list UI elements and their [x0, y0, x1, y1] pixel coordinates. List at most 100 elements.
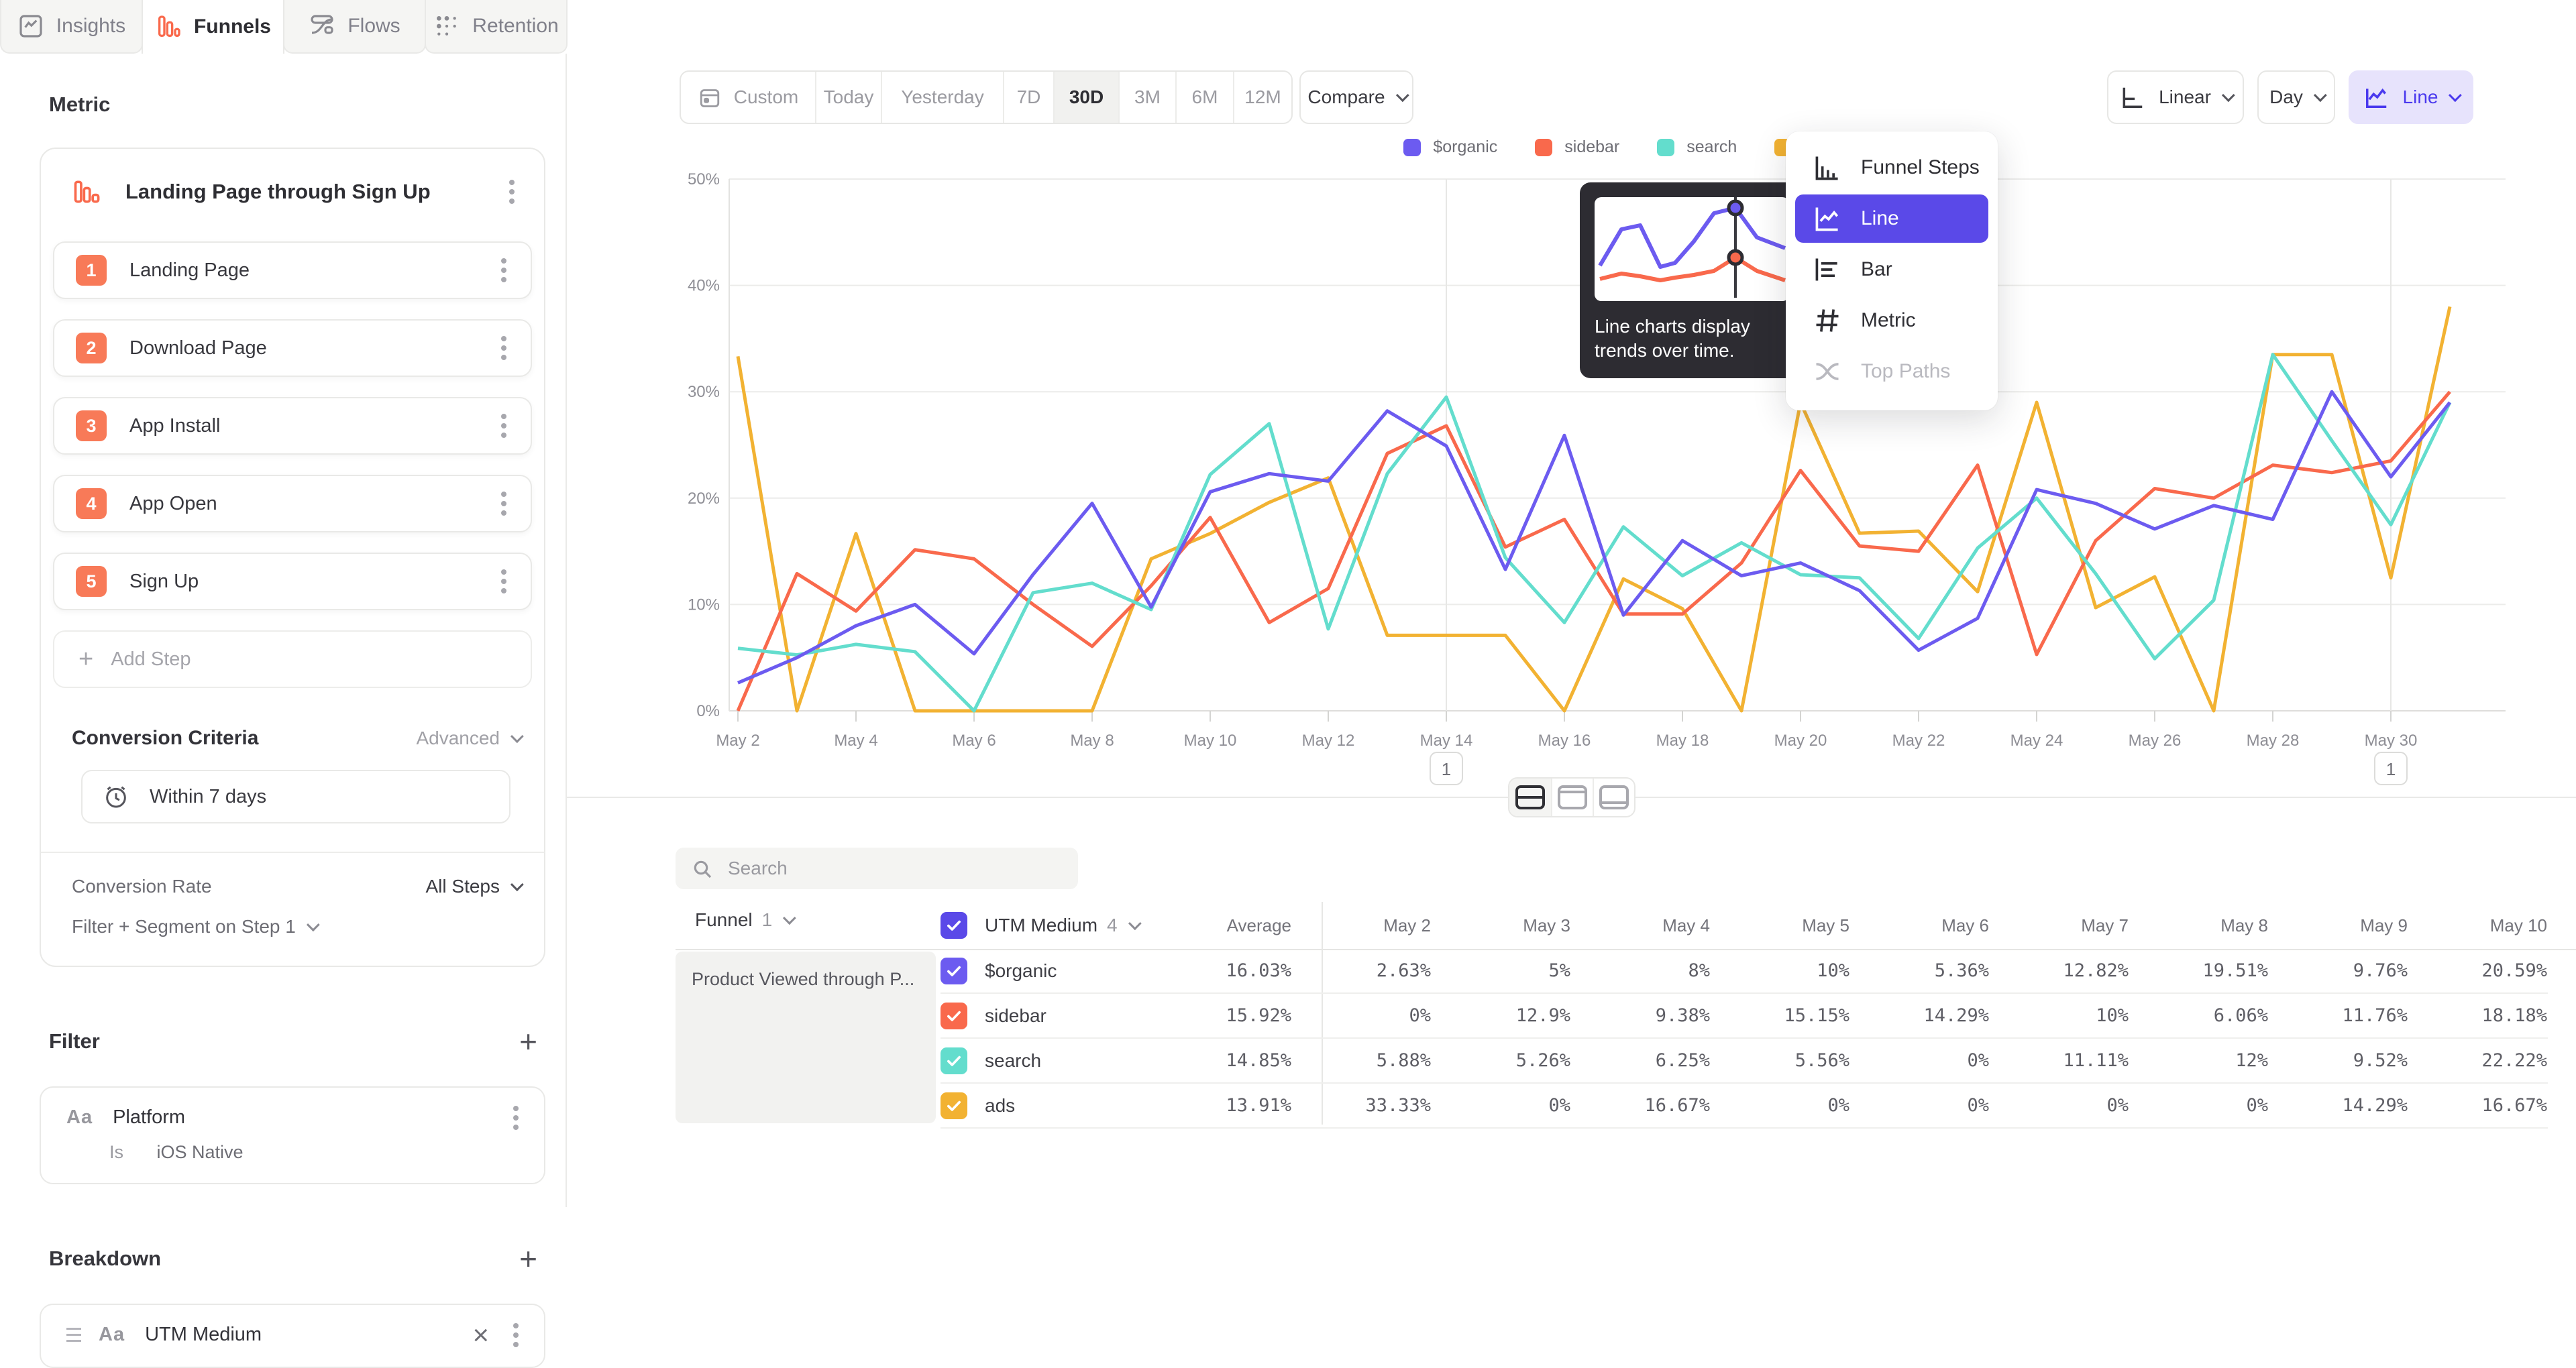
step-label: Download Page [129, 337, 494, 359]
row-value-cell: 0% [1710, 1095, 1849, 1116]
funnel-step-5[interactable]: 5Sign Up [53, 553, 532, 610]
average-column-header[interactable]: Average [1156, 915, 1291, 936]
svg-text:May 14: May 14 [1420, 732, 1473, 750]
row-label: ads [985, 1095, 1015, 1117]
text-property-icon: Aa [66, 1106, 93, 1129]
svg-text:20%: 20% [688, 490, 720, 508]
date-column-header[interactable]: May 10 [2408, 915, 2547, 936]
more-options-icon[interactable] [509, 189, 515, 194]
filter-value[interactable]: iOS Native [157, 1142, 244, 1162]
row-checkbox[interactable] [941, 1047, 967, 1074]
row-value-cell: 5% [1431, 960, 1570, 981]
row-value-cell: 2.63% [1291, 960, 1431, 981]
chevron-down-icon [1128, 917, 1142, 930]
advanced-toggle[interactable]: Advanced [416, 728, 500, 749]
filter-segment-step-dropdown[interactable]: Filter + Segment on Step 1 [72, 916, 296, 937]
funnel-title-row[interactable]: Landing Page through Sign Up [41, 149, 544, 223]
date-column-header[interactable]: May 4 [1570, 915, 1710, 936]
all-steps-dropdown[interactable]: All Steps [426, 876, 500, 897]
add-step-button[interactable]: + Add Step [53, 630, 532, 688]
select-all-checkbox[interactable] [941, 912, 967, 939]
more-options-icon[interactable] [501, 579, 506, 584]
row-checkbox[interactable] [941, 958, 967, 984]
add-step-label: Add Step [111, 648, 191, 671]
annotation-badge[interactable]: 1 [2375, 752, 2407, 785]
more-options-icon[interactable] [513, 1332, 519, 1338]
breakdown-column-header[interactable]: UTM Medium 4 [941, 912, 1156, 939]
menu-item-bar[interactable]: Bar [1795, 245, 1988, 294]
range-yesterday[interactable]: Yesterday [881, 72, 1003, 123]
plus-icon: + [78, 645, 93, 674]
row-value-cell: 14.29% [2268, 1095, 2408, 1116]
compare-button[interactable]: Compare [1299, 70, 1413, 124]
tab-insights[interactable]: Insights [0, 0, 143, 54]
breakdown-card[interactable]: Aa UTM Medium × [40, 1304, 545, 1368]
date-column-header[interactable]: May 3 [1431, 915, 1570, 936]
row-checkbox[interactable] [941, 1003, 967, 1029]
range-label: Yesterday [901, 87, 984, 108]
row-value-cell: 11.76% [2268, 1005, 2408, 1026]
row-value-cell: 10% [1710, 960, 1849, 981]
tooltip-text: Line charts display trends over time. [1595, 315, 1789, 363]
row-value-cell: 0% [2129, 1095, 2268, 1116]
menu-item-funnel-steps[interactable]: Funnel Steps [1795, 144, 1988, 192]
menu-item-label: Top Paths [1861, 360, 1950, 383]
split-view-button[interactable] [1509, 779, 1551, 816]
range-today[interactable]: Today [815, 72, 881, 123]
filter-card[interactable]: Aa Platform Is iOS Native [40, 1086, 545, 1184]
search-input[interactable] [676, 848, 1078, 889]
row-label: search [985, 1050, 1041, 1072]
menu-item-line[interactable]: Line [1795, 194, 1988, 243]
tab-retention[interactable]: Retention [425, 0, 568, 54]
funnel-step-1[interactable]: 1Landing Page [53, 241, 532, 299]
svg-text:May 8: May 8 [1070, 732, 1114, 750]
date-column-header[interactable]: May 6 [1849, 915, 1989, 936]
conversion-window-button[interactable]: Within 7 days [81, 770, 511, 823]
breakdown-property-label: UTM Medium [145, 1324, 455, 1346]
step-number-badge: 3 [76, 410, 107, 441]
svg-text:May 28: May 28 [2247, 732, 2300, 750]
scale-dropdown[interactable]: Linear [2107, 70, 2244, 124]
funnel-cell[interactable]: Product Viewed through P... [676, 952, 936, 1123]
row-checkbox[interactable] [941, 1092, 967, 1119]
add-filter-button[interactable]: + [519, 1026, 537, 1057]
date-column-header[interactable]: May 5 [1710, 915, 1849, 936]
svg-text:May 10: May 10 [1184, 732, 1237, 750]
tab-funnels[interactable]: Funnels [142, 0, 284, 54]
menu-item-metric[interactable]: Metric [1795, 296, 1988, 345]
remove-breakdown-icon[interactable]: × [472, 1324, 489, 1347]
chart-type-dropdown[interactable]: Line [2349, 70, 2473, 124]
funnel-step-2[interactable]: 2Download Page [53, 319, 532, 377]
range-12m[interactable]: 12M [1233, 72, 1291, 123]
add-breakdown-button[interactable]: + [519, 1243, 537, 1274]
menu-item-top-paths: Top Paths [1795, 347, 1988, 396]
range-30d[interactable]: 30D [1053, 72, 1118, 123]
drag-handle-icon[interactable] [66, 1334, 81, 1336]
annotation-badge[interactable]: 1 [1430, 752, 1462, 785]
more-options-icon[interactable] [513, 1115, 519, 1121]
more-options-icon[interactable] [501, 268, 506, 273]
table-row-search: search14.85%5.88%5.26%6.25%5.56%0%11.11%… [941, 1039, 2548, 1084]
filter-operator[interactable]: Is [109, 1142, 123, 1162]
range-3m[interactable]: 3M [1118, 72, 1175, 123]
funnel-step-4[interactable]: 4App Open [53, 475, 532, 532]
range-7d[interactable]: 7D [1003, 72, 1053, 123]
range-label: Custom [734, 87, 798, 108]
date-column-header[interactable]: May 8 [2129, 915, 2268, 936]
date-column-header[interactable]: May 2 [1291, 915, 1431, 936]
more-options-icon[interactable] [501, 345, 506, 351]
table-collapsed-view-button[interactable] [1551, 779, 1593, 816]
range-custom[interactable]: Custom [681, 72, 815, 123]
more-options-icon[interactable] [501, 423, 506, 429]
funnel-column-header[interactable]: Funnel 1 [695, 909, 792, 931]
granularity-dropdown[interactable]: Day [2257, 70, 2335, 124]
funnel-step-3[interactable]: 3App Install [53, 397, 532, 455]
query-builder-sidebar: Metric Landing Page through Sign Up 1Lan… [0, 54, 567, 1207]
row-value-cell: 6.06% [2129, 1005, 2268, 1026]
chart-collapsed-view-button[interactable] [1593, 779, 1634, 816]
tab-flows[interactable]: Flows [283, 0, 426, 54]
more-options-icon[interactable] [501, 501, 506, 506]
date-column-header[interactable]: May 7 [1989, 915, 2129, 936]
date-column-header[interactable]: May 9 [2268, 915, 2408, 936]
range-6m[interactable]: 6M [1175, 72, 1233, 123]
